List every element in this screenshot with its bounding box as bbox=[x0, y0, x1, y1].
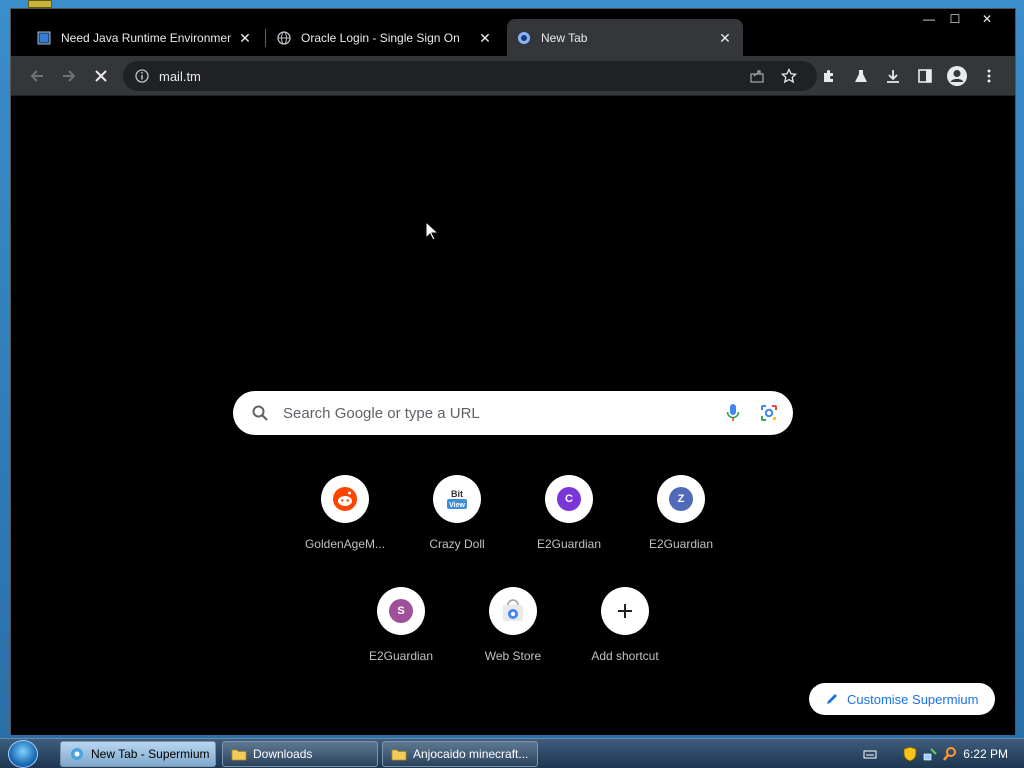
taskbar-button[interactable]: Anjocaido minecraft... bbox=[382, 741, 538, 767]
toolbar: mail.tm bbox=[11, 56, 1015, 96]
lens-icon[interactable] bbox=[757, 401, 781, 425]
shortcut-label: Add shortcut bbox=[591, 649, 659, 663]
folder-icon bbox=[391, 749, 407, 761]
letter-s-icon: S bbox=[377, 587, 425, 635]
browser-window: Need Java Runtime Environment ( ✕ Oracle… bbox=[10, 8, 1016, 735]
shortcut-label: Crazy Doll bbox=[429, 537, 485, 551]
tab-title: New Tab bbox=[541, 30, 588, 45]
address-bar[interactable]: mail.tm bbox=[123, 61, 817, 91]
shortcut-tile[interactable]: Z E2Guardian bbox=[625, 467, 737, 563]
shortcut-label: E2Guardian bbox=[368, 649, 434, 663]
tab-close-icon[interactable]: ✕ bbox=[477, 30, 493, 46]
network-icon[interactable] bbox=[922, 746, 938, 762]
letter-c-icon: C bbox=[545, 475, 593, 523]
letter-badge: S bbox=[389, 599, 413, 623]
taskbar: New Tab - Supermium Downloads Anjocaido … bbox=[0, 738, 1024, 768]
shortcut-tile[interactable]: S E2Guardian bbox=[345, 579, 457, 675]
maximize-button[interactable]: ☐ bbox=[941, 9, 969, 29]
side-panel-icon[interactable] bbox=[911, 62, 939, 90]
tab-title: Need Java Runtime Environment ( bbox=[61, 30, 231, 45]
customise-button[interactable]: Customise Supermium bbox=[809, 683, 995, 715]
tab-new-tab[interactable]: New Tab ✕ bbox=[507, 19, 743, 56]
mouse-cursor-icon bbox=[425, 221, 439, 241]
search-tray-icon[interactable] bbox=[942, 746, 958, 762]
folder-icon bbox=[231, 749, 247, 761]
webstore-icon bbox=[489, 587, 537, 635]
voice-search-icon[interactable] bbox=[721, 401, 745, 425]
minimize-button[interactable]: — bbox=[915, 9, 943, 29]
security-shield-icon[interactable] bbox=[902, 746, 918, 762]
info-icon[interactable] bbox=[135, 69, 149, 83]
taskbar-button[interactable]: Downloads bbox=[222, 741, 378, 767]
globe-icon bbox=[277, 30, 291, 45]
url-text[interactable]: mail.tm bbox=[159, 69, 201, 84]
tab-strip: Need Java Runtime Environment ( ✕ Oracle… bbox=[11, 9, 1015, 56]
search-placeholder[interactable]: Search Google or type a URL bbox=[283, 405, 721, 422]
tab-separator bbox=[265, 29, 266, 47]
tab-close-icon[interactable]: ✕ bbox=[237, 30, 253, 46]
supermium-icon bbox=[518, 31, 530, 44]
reddit-icon bbox=[321, 475, 369, 523]
taskbar-label: New Tab - Supermium bbox=[91, 747, 210, 761]
shortcut-tile[interactable]: C E2Guardian bbox=[513, 467, 625, 563]
letter-z-icon: Z bbox=[657, 475, 705, 523]
tab-title: Oracle Login - Single Sign On bbox=[301, 30, 460, 45]
letter-badge: C bbox=[557, 487, 581, 511]
tab-oracle[interactable]: Oracle Login - Single Sign On ✕ bbox=[267, 19, 503, 56]
forward-icon[interactable] bbox=[55, 62, 83, 90]
profile-icon[interactable] bbox=[943, 62, 971, 90]
share-icon[interactable] bbox=[743, 62, 771, 90]
back-icon[interactable] bbox=[23, 62, 51, 90]
shortcut-tile[interactable]: GoldenAgeM... bbox=[289, 467, 401, 563]
browser-icon bbox=[71, 748, 83, 760]
start-button[interactable] bbox=[8, 740, 38, 768]
clock[interactable]: 6:22 PM bbox=[963, 747, 1008, 761]
desktop-icon[interactable] bbox=[28, 0, 52, 8]
shortcut-tile[interactable]: Web Store bbox=[457, 579, 569, 675]
stop-icon[interactable] bbox=[87, 62, 115, 90]
taskbar-label: Downloads bbox=[253, 747, 313, 761]
letter-badge: Z bbox=[669, 487, 693, 511]
bitview-icon: Bit View bbox=[433, 475, 481, 523]
tab-java[interactable]: Need Java Runtime Environment ( ✕ bbox=[27, 19, 263, 56]
java-page-icon bbox=[37, 31, 51, 44]
pencil-icon bbox=[827, 694, 837, 704]
shortcut-label: E2Guardian bbox=[536, 537, 602, 551]
menu-icon[interactable] bbox=[975, 62, 1003, 90]
svg-text:Bit: Bit bbox=[451, 489, 463, 499]
system-tray: 6:22 PM bbox=[862, 739, 1024, 768]
search-icon bbox=[252, 405, 268, 421]
ntp-search-box[interactable]: Search Google or type a URL bbox=[233, 391, 793, 435]
labs-icon[interactable] bbox=[847, 62, 875, 90]
shortcut-label: Web Store bbox=[484, 649, 542, 663]
shortcut-label: E2Guardian bbox=[648, 537, 714, 551]
add-shortcut-button[interactable]: Add shortcut bbox=[569, 579, 681, 675]
shortcut-label: GoldenAgeM... bbox=[304, 537, 386, 551]
bookmark-star-icon[interactable] bbox=[775, 62, 803, 90]
taskbar-button[interactable]: New Tab - Supermium bbox=[60, 741, 216, 767]
download-icon[interactable] bbox=[879, 62, 907, 90]
svg-text:View: View bbox=[449, 502, 465, 509]
tab-close-icon[interactable]: ✕ bbox=[717, 30, 733, 46]
plus-icon bbox=[601, 587, 649, 635]
close-window-button[interactable]: ✕ bbox=[973, 9, 1001, 29]
new-tab-page: Search Google or type a URL GoldenAgeM..… bbox=[11, 97, 1015, 735]
shortcut-tile[interactable]: Bit View Crazy Doll bbox=[401, 467, 513, 563]
extensions-icon[interactable] bbox=[815, 62, 843, 90]
taskbar-label: Anjocaido minecraft... bbox=[413, 747, 529, 761]
customise-label: Customise Supermium bbox=[847, 691, 979, 707]
keyboard-icon[interactable] bbox=[862, 746, 878, 762]
